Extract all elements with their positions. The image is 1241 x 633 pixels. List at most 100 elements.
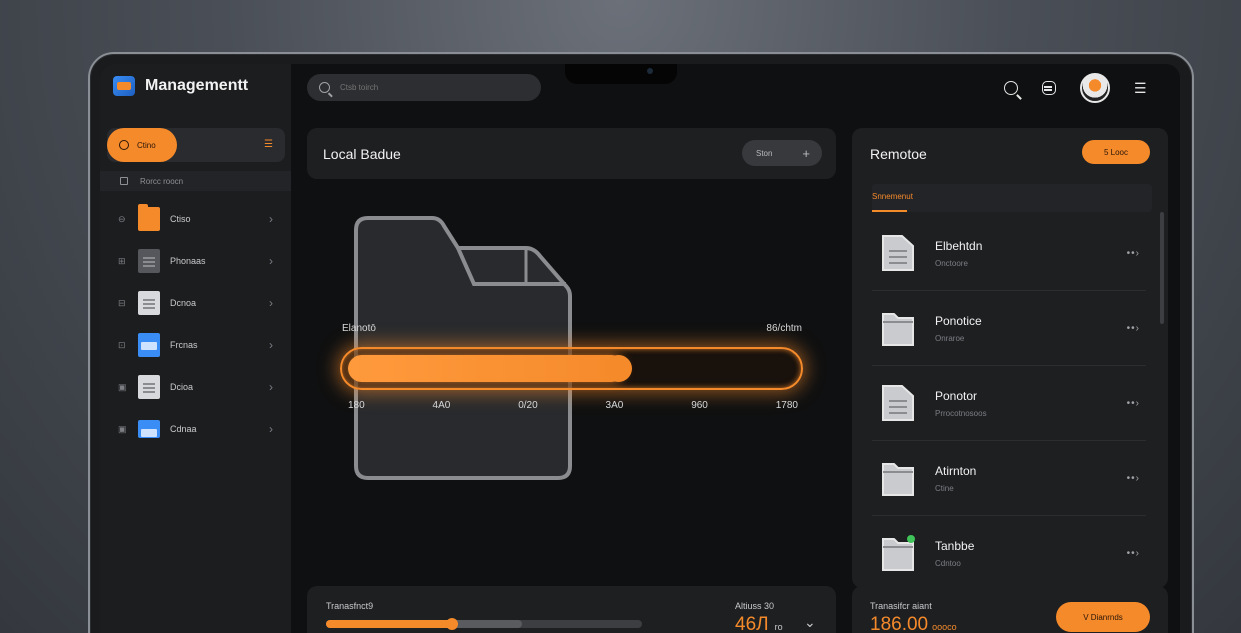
status-panel: Tranasifcr aiant 186.00 oooco V Dianrnds — [852, 586, 1168, 633]
transfer-handle[interactable] — [446, 618, 458, 630]
list-item-name: Atirnton — [935, 463, 977, 478]
list-item-sub: Cdntoo — [935, 558, 961, 568]
status-action-button[interactable]: V Dianrnds — [1056, 602, 1150, 632]
local-add-label: Ston — [756, 148, 773, 158]
scrollbar[interactable] — [1160, 212, 1164, 324]
progress-left-label: Elanotō — [342, 323, 376, 334]
tab-remote[interactable]: Snnemenut — [872, 184, 1152, 212]
sidebar-active-label: Ctino — [137, 140, 156, 150]
sidebar-item-label: Dcnoa — [170, 298, 197, 308]
local-panel-header: Local Badue Ston + — [307, 128, 836, 179]
list-item-name: Ponotor — [935, 388, 978, 403]
folder-icon — [138, 204, 160, 231]
upload-progress-bar[interactable] — [340, 347, 803, 390]
list-item[interactable]: Atirnton Ctine ••› — [872, 441, 1146, 516]
chevron-right-icon: › — [269, 296, 273, 310]
folder-icon — [882, 313, 914, 346]
search-icon[interactable] — [1004, 81, 1018, 95]
document-icon — [882, 235, 914, 271]
list-item-name: Ponotice — [935, 313, 982, 328]
camera-icon — [647, 68, 653, 74]
sidebar-item-label: Dcioa — [170, 382, 194, 392]
transfer-label: Tranasfnct9 — [326, 601, 374, 611]
remote-action-button[interactable]: 5 Looc — [1082, 140, 1150, 164]
more-icon[interactable]: ••› — [1127, 473, 1140, 484]
database-icon[interactable] — [1042, 81, 1056, 95]
sidebar-item-label: Ctiso — [170, 214, 191, 224]
sidebar-list: ⊖ Ctiso › ⊞ Phonaas › ⊟ Dcnoa › ⊡ Frcnas — [100, 198, 291, 450]
list-item-sub: Onctoore — [935, 258, 968, 268]
sidebar-item-label: Phonaas — [170, 256, 206, 266]
sidebar-item-1[interactable]: ⊖ Ctiso › — [100, 198, 291, 240]
list-item[interactable]: Ponotor Prrocotnosoos ••› — [872, 366, 1146, 441]
sidebar-section-label: Rorcc roocn — [140, 176, 184, 186]
list-item-name: Tanbbe — [935, 538, 975, 553]
bullet-icon: ▣ — [118, 381, 127, 392]
app-title: Managementt — [145, 77, 249, 94]
search-bar[interactable] — [307, 74, 541, 101]
bullet-icon: ⊟ — [118, 297, 126, 308]
bullet-icon: ⊞ — [118, 255, 126, 266]
menu-icon[interactable]: ☰ — [264, 140, 273, 150]
list-item[interactable]: Ponotice Onraroe ••› — [872, 291, 1146, 366]
more-icon[interactable]: ••› — [1127, 398, 1140, 409]
list-item-sub: Prrocotnosoos — [935, 408, 987, 418]
sidebar-item-2[interactable]: ⊞ Phonaas › — [100, 240, 291, 282]
search-input[interactable] — [340, 83, 520, 92]
more-icon[interactable]: ••› — [1127, 548, 1140, 559]
bullet-icon: ▣ — [118, 423, 127, 434]
sidebar-item-3[interactable]: ⊟ Dcnoa › — [100, 282, 291, 324]
document-icon — [138, 249, 160, 273]
tick-label: 0/20 — [518, 400, 538, 411]
app-window: Managementt Ctino ☰ Rorcc roocn ⊖ Ctiso … — [100, 64, 1180, 633]
more-icon[interactable]: ••› — [1127, 248, 1140, 259]
tab-underline — [872, 210, 907, 212]
chevron-right-icon: › — [269, 254, 273, 268]
document-icon — [138, 375, 160, 399]
progress-fill — [348, 355, 625, 382]
list-item-name: Elbehtdn — [935, 238, 983, 253]
list-item[interactable]: Elbehtdn Onctoore ••› — [872, 216, 1146, 291]
transfer-value: 46Л ro — [735, 614, 783, 633]
chevron-right-icon: › — [269, 338, 273, 352]
local-add-button[interactable]: Ston + — [742, 140, 822, 166]
transfer-unit: ro — [774, 622, 783, 632]
sidebar-item-5[interactable]: ▣ Dcioa › — [100, 366, 291, 408]
list-item[interactable]: Tanbbe Cdntoo ••› — [872, 516, 1146, 591]
chevron-right-icon: › — [269, 422, 273, 436]
tick-label: 3A0 — [605, 400, 624, 411]
document-icon — [882, 385, 914, 421]
tick-label: 180 — [348, 400, 365, 411]
list-item-sub: Onraroe — [935, 333, 965, 343]
progress-ticks: 180 4A0 0/20 3A0 960 1780 — [348, 400, 798, 411]
status-value: 186.00 oooco — [870, 614, 957, 633]
menu-icon[interactable]: ☰ — [1134, 81, 1164, 95]
sidebar-item-label: Frcnas — [170, 340, 198, 350]
progress-handle[interactable] — [605, 355, 632, 382]
sidebar-item-6[interactable]: ▣ Cdnaa › — [100, 408, 291, 450]
progress-labels: Elanotō 86/chtm — [342, 323, 802, 334]
chevron-right-icon: › — [269, 212, 273, 226]
search-icon — [319, 82, 330, 93]
bullet-icon: ⊡ — [118, 339, 126, 350]
chevron-down-icon[interactable]: ⌄ — [804, 614, 816, 631]
tick-label: 960 — [691, 400, 708, 411]
sidebar-active-pill[interactable]: Ctino — [107, 128, 177, 162]
status-label: Tranasifcr aiant — [870, 601, 932, 611]
status-value-sub: oooco — [932, 622, 957, 632]
folder-icon — [882, 463, 914, 496]
avatar[interactable] — [1080, 73, 1110, 103]
more-icon[interactable]: ••› — [1127, 323, 1140, 334]
remote-panel: Remotoe 5 Looc Snnemenut Elbehtdn Onctoor… — [852, 128, 1168, 591]
list-item-sub: Ctine — [935, 483, 954, 493]
circle-icon — [119, 140, 129, 150]
brand: Managementt — [113, 76, 248, 96]
sidebar-active-item[interactable]: Ctino ☰ — [107, 128, 285, 162]
plus-icon: + — [802, 145, 810, 161]
transfer-track[interactable] — [326, 618, 642, 630]
chevron-right-icon: › — [269, 380, 273, 394]
bullet-icon: ⊖ — [118, 213, 126, 224]
sidebar-item-4[interactable]: ⊡ Frcnas › — [100, 324, 291, 366]
top-actions: ☰ — [1004, 73, 1164, 103]
sidebar: Managementt Ctino ☰ Rorcc roocn ⊖ Ctiso … — [100, 64, 291, 633]
